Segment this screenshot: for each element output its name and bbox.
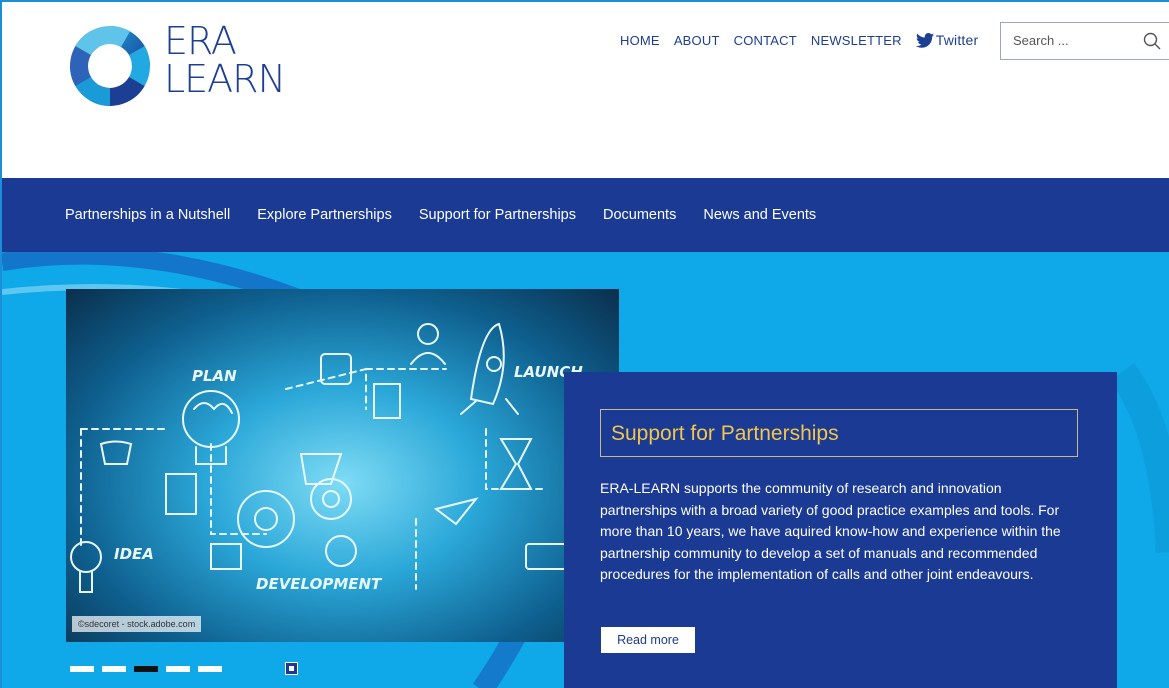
nav-newsletter[interactable]: NEWSLETTER [811,33,902,48]
search-box [1000,22,1169,60]
site-header: ERA LEARN HOME ABOUT CONTACT NEWSLETTER … [2,2,1169,178]
nav-contact[interactable]: CONTACT [734,33,797,48]
hero-slider: PLAN LAUNCH IDEA DEVELOPMENT ©sdecoret -… [2,252,1169,688]
slider-pause-button[interactable] [285,662,298,675]
search-input[interactable] [1011,32,1135,49]
main-nav-news-and-events[interactable]: News and Events [703,207,816,223]
hero-title: Support for Partnerships [600,409,1078,457]
nav-about[interactable]: ABOUT [674,33,720,48]
slider-dot-5[interactable] [198,666,222,672]
main-nav-support-for-partnerships[interactable]: Support for Partnerships [419,207,576,223]
logo-wordmark: ERA LEARN [164,19,286,101]
image-label-plan: PLAN [192,367,237,385]
logo-line-2: LEARN [164,57,286,101]
hero-content-panel: Support for Partnerships ERA-LEARN suppo… [564,372,1117,688]
twitter-bird-icon [915,32,934,48]
slider-dot-4[interactable] [166,666,190,672]
slider-dot-3[interactable] [134,666,158,672]
swirl-logo-icon [70,26,150,106]
main-nav-explore-partnerships[interactable]: Explore Partnerships [257,207,392,223]
main-nav-documents[interactable]: Documents [603,207,676,223]
nav-twitter[interactable]: Twitter [915,32,979,48]
top-nav: HOME ABOUT CONTACT NEWSLETTER Twitter [620,32,992,48]
nav-home[interactable]: HOME [620,33,660,48]
read-more-button[interactable]: Read more [601,627,695,653]
hero-image: PLAN LAUNCH IDEA DEVELOPMENT ©sdecoret -… [66,289,619,642]
image-label-development: DEVELOPMENT [256,575,383,593]
image-label-idea: IDEA [114,545,154,563]
era-learn-logo[interactable]: ERA LEARN [64,20,304,110]
main-nav-partnerships-in-a-nutshell[interactable]: Partnerships in a Nutshell [65,207,230,223]
slider-dot-1[interactable] [70,666,94,672]
slider-dot-2[interactable] [102,666,126,672]
main-nav: Partnerships in a Nutshell Explore Partn… [2,178,1169,252]
hero-description: ERA-LEARN supports the community of rese… [600,480,1061,582]
business-plan-sketch-illustration: PLAN LAUNCH IDEA DEVELOPMENT [70,322,583,593]
stop-icon [289,666,294,671]
page-frame: ERA LEARN HOME ABOUT CONTACT NEWSLETTER … [0,0,1169,688]
twitter-label: Twitter [935,32,979,48]
logo-line-1: ERA [164,19,237,63]
image-credit: ©sdecoret - stock.adobe.com [72,616,202,632]
search-icon[interactable] [1143,32,1161,50]
slider-pager [70,666,230,672]
